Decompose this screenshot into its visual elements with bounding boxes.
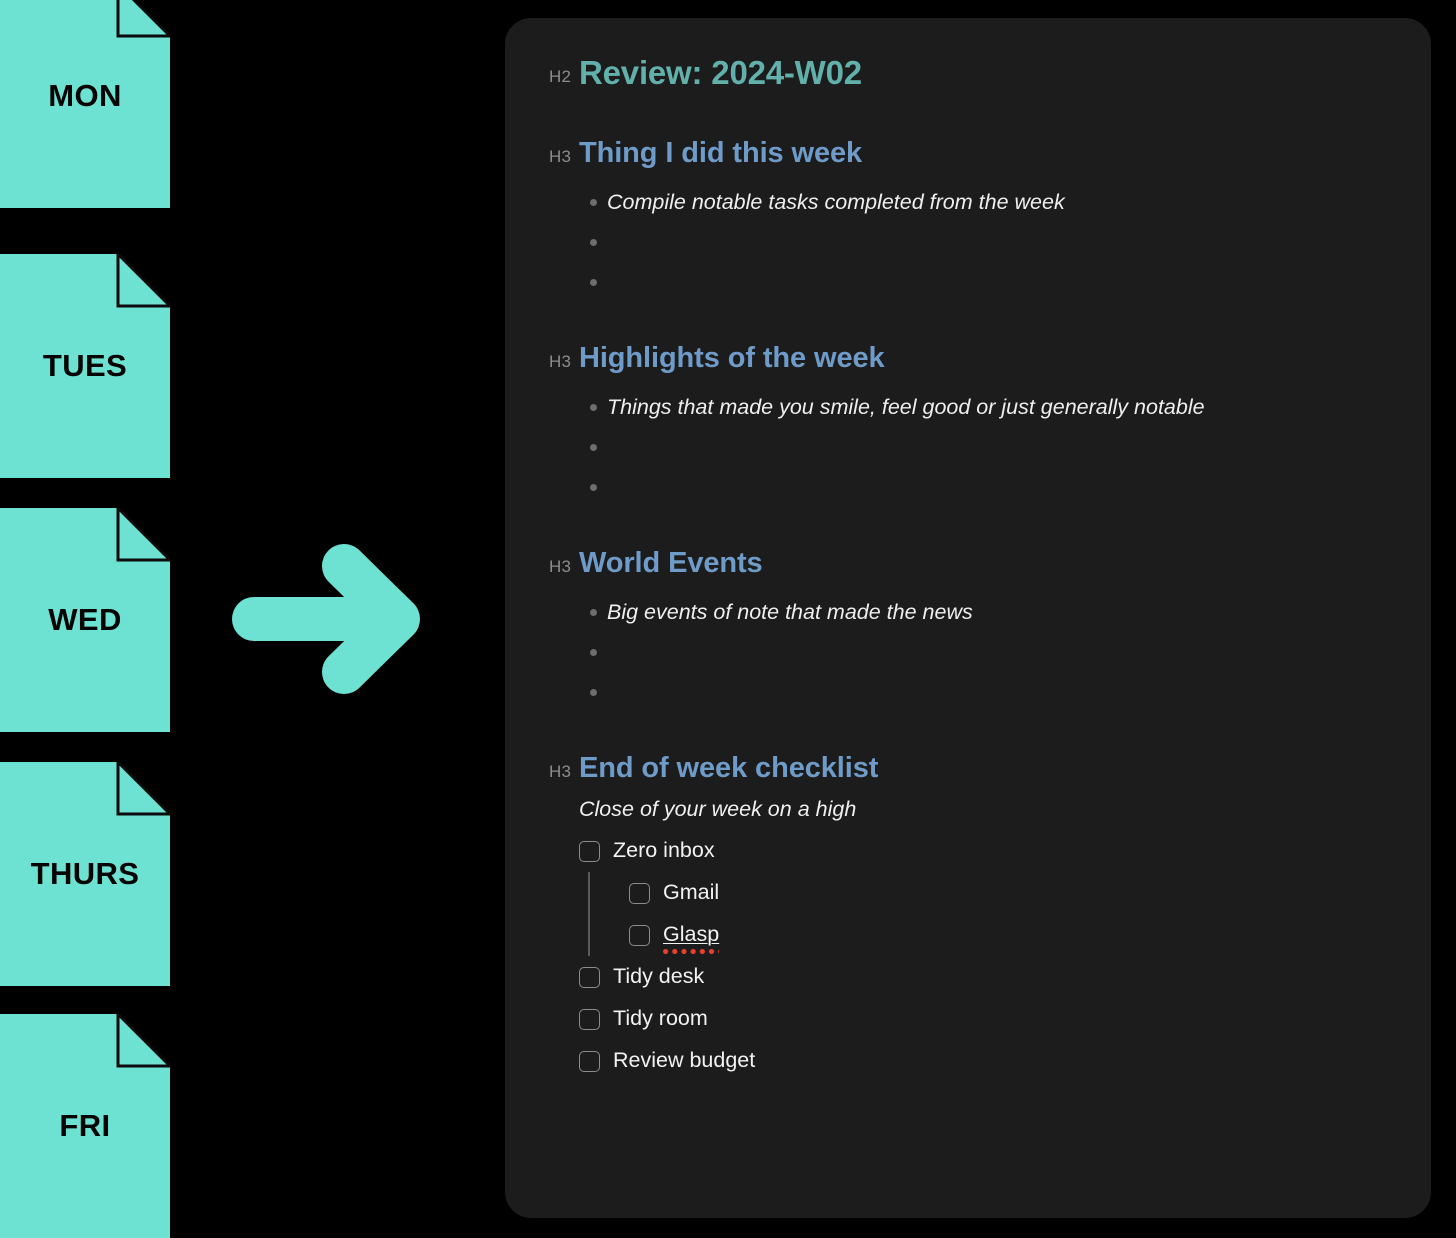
section-end-of-week-checklist: H3 End of week checklist Close of your w… [505, 754, 1431, 1082]
checkbox-icon[interactable] [579, 966, 600, 988]
checklist-item-tidy-desk[interactable]: Tidy desk [579, 956, 1407, 998]
page-title[interactable]: Review: 2024-W02 [579, 56, 1407, 89]
list-item[interactable] [579, 262, 1407, 302]
section-title[interactable]: End of week checklist [579, 754, 1407, 783]
section-highlights-of-the-week: H3 Highlights of the week Things that ma… [505, 344, 1431, 507]
bullet-list: Compile notable tasks completed from the… [579, 182, 1407, 302]
checkbox-icon[interactable] [579, 1050, 600, 1072]
section-title[interactable]: World Events [579, 549, 1407, 578]
bullet-list: Things that made you smile, feel good or… [579, 387, 1407, 507]
checklist-item-label: Glasp [663, 922, 720, 954]
checkbox-icon[interactable] [629, 882, 650, 904]
list-item[interactable]: Things that made you smile, feel good or… [579, 387, 1407, 427]
day-card-thurs[interactable]: THURS [0, 762, 170, 986]
block-tag-h3: H3 [549, 147, 572, 166]
list-item[interactable] [579, 672, 1407, 712]
checklist-item-label: Gmail [663, 880, 720, 905]
day-card-label: TUES [42, 348, 128, 383]
screenshot-root: MON TUES WED THURS FRI H2 Review: 2024-W… [0, 0, 1456, 1238]
checklist-item-gmail[interactable]: Gmail [579, 872, 1407, 914]
note-panel: H2 Review: 2024-W02 H3 Thing I did this … [505, 18, 1431, 1218]
day-card-fri[interactable]: FRI [0, 1014, 170, 1238]
section-title[interactable]: Highlights of the week [579, 344, 1407, 373]
day-card-tues[interactable]: TUES [0, 254, 170, 478]
checklist-item-label: Tidy desk [613, 964, 705, 989]
checklist-item-glasp[interactable]: Glasp [579, 914, 1407, 956]
day-card-label: FRI [59, 1108, 111, 1143]
list-item[interactable] [579, 427, 1407, 467]
day-card-label: MON [48, 78, 122, 113]
section-world-events: H3 World Events Big events of note that … [505, 549, 1431, 712]
arrow-right-icon [232, 540, 444, 698]
checkbox-icon[interactable] [579, 840, 600, 862]
list-item[interactable] [579, 222, 1407, 262]
section-title[interactable]: Thing I did this week [579, 139, 1407, 168]
checkbox-icon[interactable] [629, 924, 650, 946]
day-card-label: WED [48, 602, 122, 637]
list-item[interactable] [579, 632, 1407, 672]
block-tag-h3: H3 [549, 557, 572, 576]
checklist: Zero inbox Gmail Glasp Tidy desk Tidy ro… [579, 830, 1407, 1082]
day-card-wed[interactable]: WED [0, 508, 170, 732]
checklist-item-label: Review budget [613, 1048, 756, 1073]
note-heading-block: H2 Review: 2024-W02 [505, 56, 1431, 89]
list-item[interactable]: Compile notable tasks completed from the… [579, 182, 1407, 222]
checklist-item-label: Tidy room [613, 1006, 708, 1031]
checklist-item-review-budget[interactable]: Review budget [579, 1040, 1407, 1082]
list-item[interactable] [579, 467, 1407, 507]
day-card-mon[interactable]: MON [0, 0, 170, 208]
checkbox-icon[interactable] [579, 1008, 600, 1030]
list-item[interactable]: Big events of note that made the news [579, 592, 1407, 632]
bullet-list: Big events of note that made the news [579, 592, 1407, 712]
block-tag-h3: H3 [549, 352, 572, 371]
section-thing-i-did-this-week: H3 Thing I did this week Compile notable… [505, 139, 1431, 302]
checklist-item-label: Zero inbox [613, 838, 715, 863]
block-tag-h3: H3 [549, 762, 572, 781]
section-subtitle[interactable]: Close of your week on a high [579, 795, 1407, 824]
checklist-item-zero-inbox[interactable]: Zero inbox [579, 830, 1407, 872]
day-card-label: THURS [30, 856, 140, 891]
block-tag-h2: H2 [549, 67, 572, 86]
checklist-item-tidy-room[interactable]: Tidy room [579, 998, 1407, 1040]
day-cards-column: MON TUES WED THURS FRI [0, 0, 200, 1238]
